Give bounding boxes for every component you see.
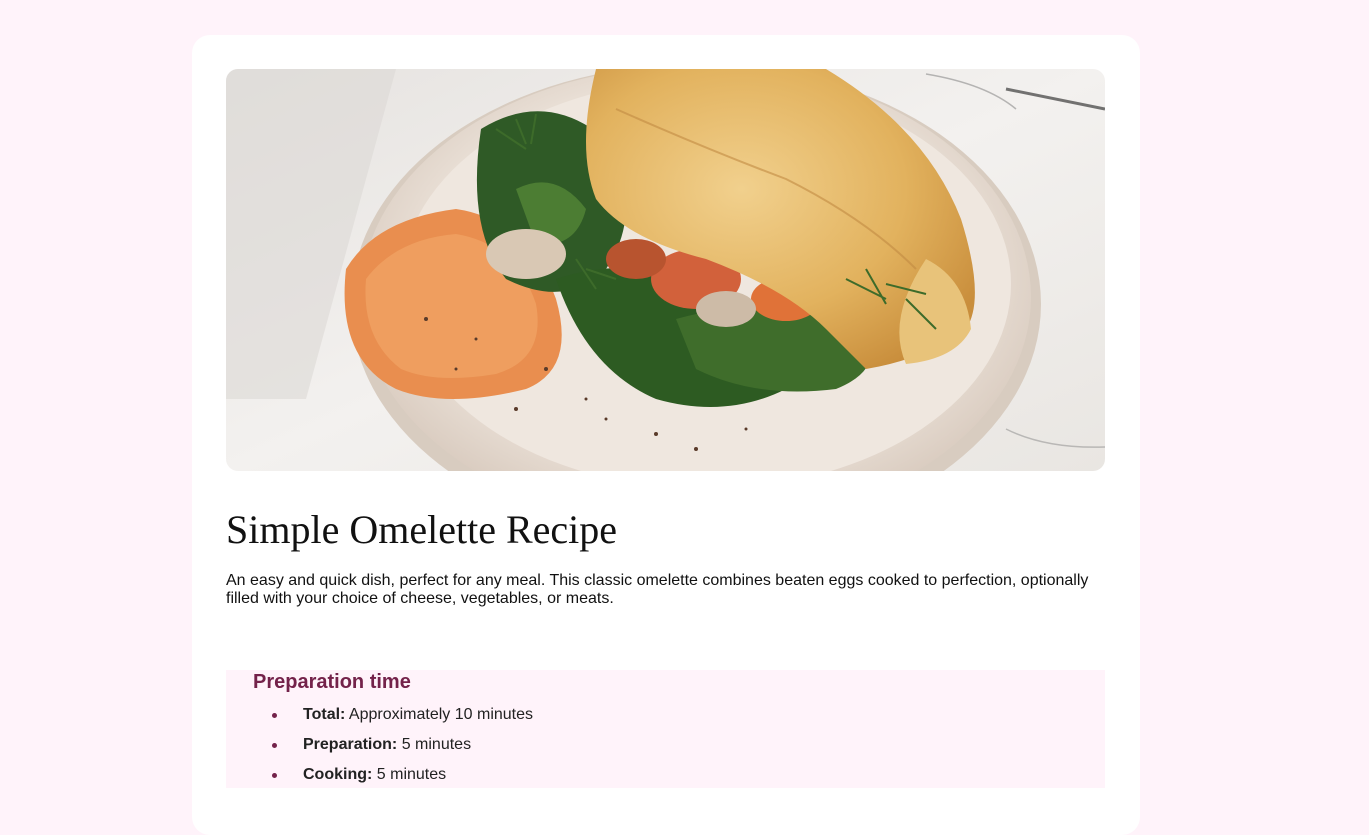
- recipe-description: An easy and quick dish, perfect for any …: [226, 572, 1089, 607]
- preparation-time-heading: Preparation time: [253, 671, 411, 693]
- recipe-title: Simple Omelette Recipe: [226, 507, 617, 552]
- preparation-time-section: Preparation time Total: Approximately 10…: [226, 670, 1105, 788]
- bullet-icon: [272, 773, 277, 778]
- prep-item-label: Total:: [303, 706, 346, 723]
- bullet-icon: [272, 713, 277, 718]
- prep-item-value: 5 minutes: [372, 766, 447, 783]
- prep-item-value: Approximately 10 minutes: [345, 706, 534, 723]
- list-item: Preparation: 5 minutes: [226, 730, 533, 760]
- omelette-photo: [226, 69, 1105, 471]
- preparation-time-list: Total: Approximately 10 minutes Preparat…: [226, 700, 533, 790]
- recipe-card: Simple Omelette Recipe An easy and quick…: [192, 35, 1140, 835]
- list-item: Cooking: 5 minutes: [226, 760, 533, 790]
- prep-item-value: 5 minutes: [397, 736, 472, 753]
- bullet-icon: [272, 743, 277, 748]
- prep-item-label: Cooking:: [303, 766, 373, 783]
- list-item: Total: Approximately 10 minutes: [226, 700, 533, 730]
- prep-item-label: Preparation:: [303, 736, 398, 753]
